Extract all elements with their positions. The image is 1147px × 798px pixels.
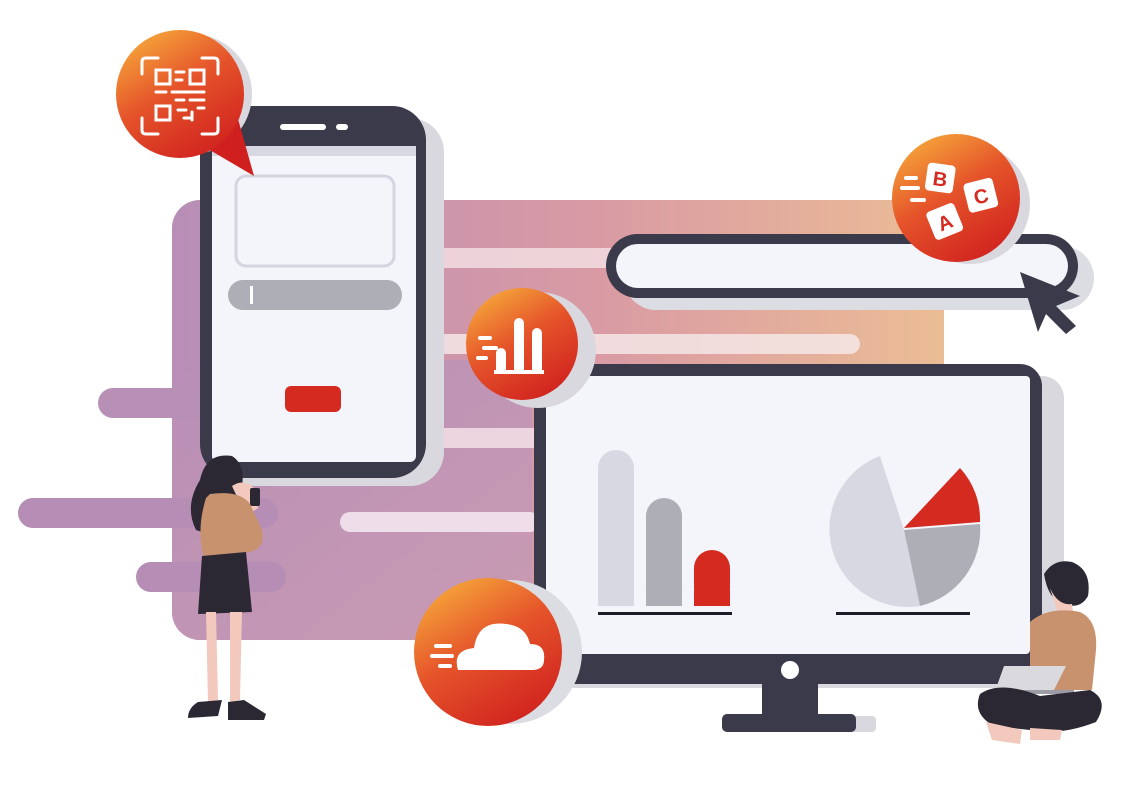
block-letter-b: B	[931, 168, 948, 192]
illustration: B C A	[18, 30, 1102, 744]
desktop-monitor	[534, 364, 1064, 732]
screen-bar	[598, 450, 634, 606]
phone-submit-button	[285, 386, 341, 412]
search-bar	[606, 234, 1094, 310]
cloud-badge	[414, 578, 582, 726]
screen-bar	[646, 498, 682, 606]
screen-bar	[598, 590, 634, 606]
monitor-power-dot	[781, 661, 799, 679]
alphabet-blocks-badge: B C A	[892, 134, 1030, 264]
phone-input-field	[228, 280, 402, 310]
phone-card-placeholder	[234, 174, 396, 268]
qr-code-scan-badge	[116, 30, 254, 176]
